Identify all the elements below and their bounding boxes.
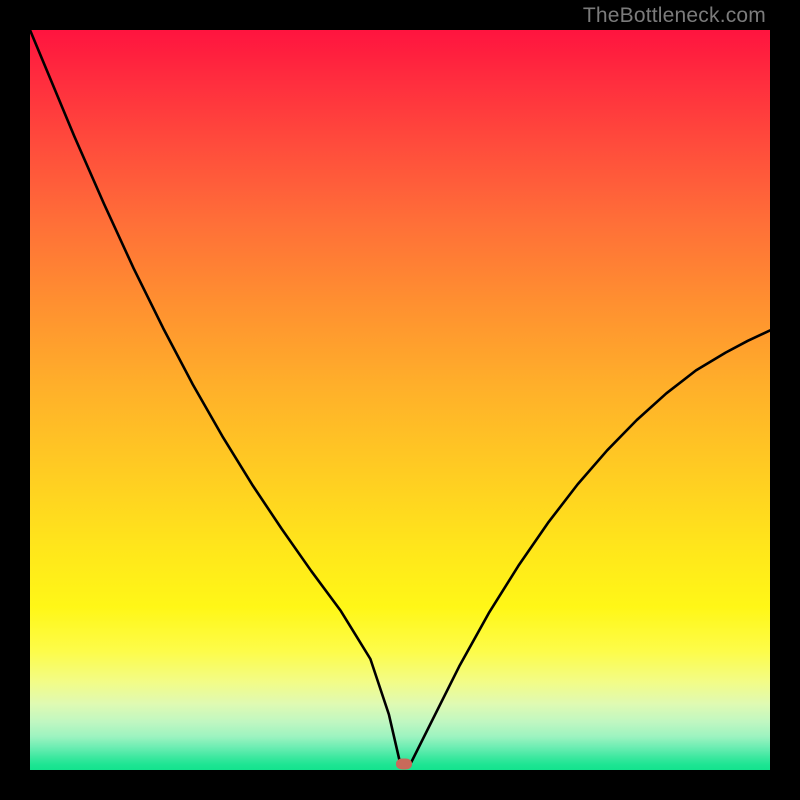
bottleneck-curve: [30, 30, 770, 763]
curve-svg: [30, 30, 770, 770]
plot-area: [30, 30, 770, 770]
watermark-text: TheBottleneck.com: [583, 4, 766, 28]
optimal-point-marker: [396, 759, 412, 770]
chart-frame: TheBottleneck.com: [0, 0, 800, 800]
